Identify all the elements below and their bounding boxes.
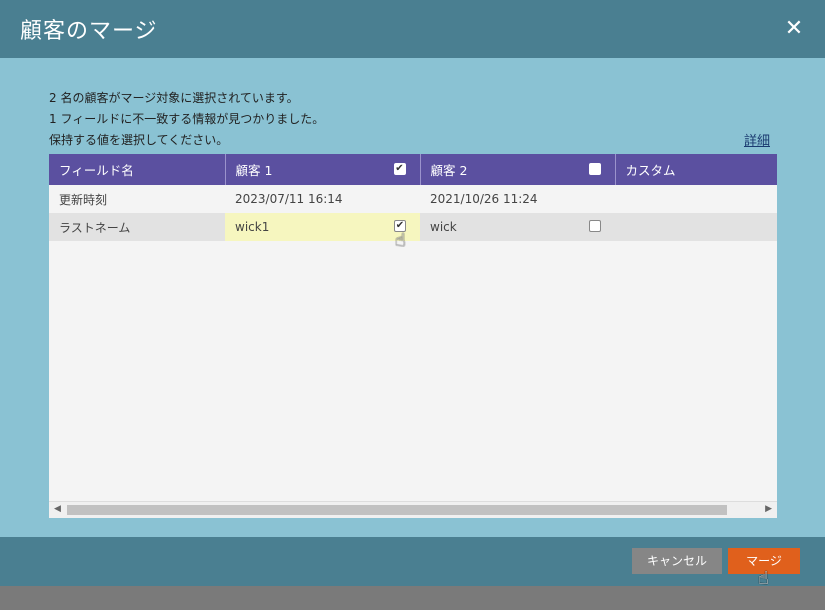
row-field-name: ラストネーム (49, 213, 225, 241)
scrollbar-thumb[interactable] (67, 505, 727, 515)
table-header-row: フィールド名 顧客 1 ✔ 顧客 2 カスタム (49, 154, 777, 185)
horizontal-scrollbar[interactable]: ◀ ▶ (49, 501, 777, 518)
row-customer-1-cell[interactable]: wick1 ✔ (225, 213, 420, 241)
table-row: 更新時刻 2023/07/11 16:14 2021/10/26 11:24 (49, 185, 777, 213)
row-customer-2-cell[interactable]: wick (420, 213, 615, 241)
scroll-right-icon[interactable]: ▶ (765, 504, 772, 514)
close-icon[interactable]: ✕ (783, 18, 805, 40)
header-customer-1: 顧客 1 ✔ (225, 154, 421, 185)
header-field-name: フィールド名 (49, 154, 226, 185)
details-link[interactable]: 詳細 (744, 130, 770, 149)
message-selected-count: 2 名の顧客がマージ対象に選択されています。 (49, 91, 299, 105)
message-instruction: 保持する値を選択してください。 (49, 133, 229, 147)
merge-button[interactable]: マージ (728, 548, 800, 574)
row-customer-1-value: wick1 (235, 220, 270, 234)
customer-1-checkbox[interactable]: ✔ (394, 220, 406, 232)
row-customer-1-value: 2023/07/11 16:14 (225, 185, 420, 213)
row-customer-2-value: wick (430, 220, 457, 234)
row-field-name: 更新時刻 (49, 185, 225, 213)
row-customer-2-value: 2021/10/26 11:24 (420, 185, 615, 213)
row-custom-value (615, 213, 777, 241)
header-customer-2: 顧客 2 (420, 154, 616, 185)
customer-2-checkbox[interactable] (589, 220, 601, 232)
table-row: ラストネーム wick1 ✔ wick (49, 213, 777, 241)
merge-table: フィールド名 顧客 1 ✔ 顧客 2 カスタム 更新時刻 2023/07/11 … (49, 154, 777, 241)
header-custom: カスタム (615, 154, 777, 185)
cancel-button[interactable]: キャンセル (632, 548, 722, 574)
dialog-title: 顧客のマージ (20, 19, 158, 44)
row-custom-value (615, 185, 777, 213)
customer-1-select-all-checkbox[interactable]: ✔ (393, 163, 406, 175)
message-mismatch-count: 1 フィールドに不一致する情報が見つかりました。 (49, 112, 325, 126)
customer-2-select-all-checkbox[interactable] (588, 163, 601, 175)
title-bar: 顧客のマージ ✕ (0, 0, 825, 58)
scroll-left-icon[interactable]: ◀ (54, 504, 61, 514)
merge-customers-dialog: 顧客のマージ ✕ 2 名の顧客がマージ対象に選択されています。 1 フィールドに… (0, 0, 825, 589)
message-area: 2 名の顧客がマージ対象に選択されています。 1 フィールドに不一致する情報が見… (49, 88, 324, 151)
merge-table-panel: フィールド名 顧客 1 ✔ 顧客 2 カスタム 更新時刻 2023/07/11 … (49, 154, 777, 518)
